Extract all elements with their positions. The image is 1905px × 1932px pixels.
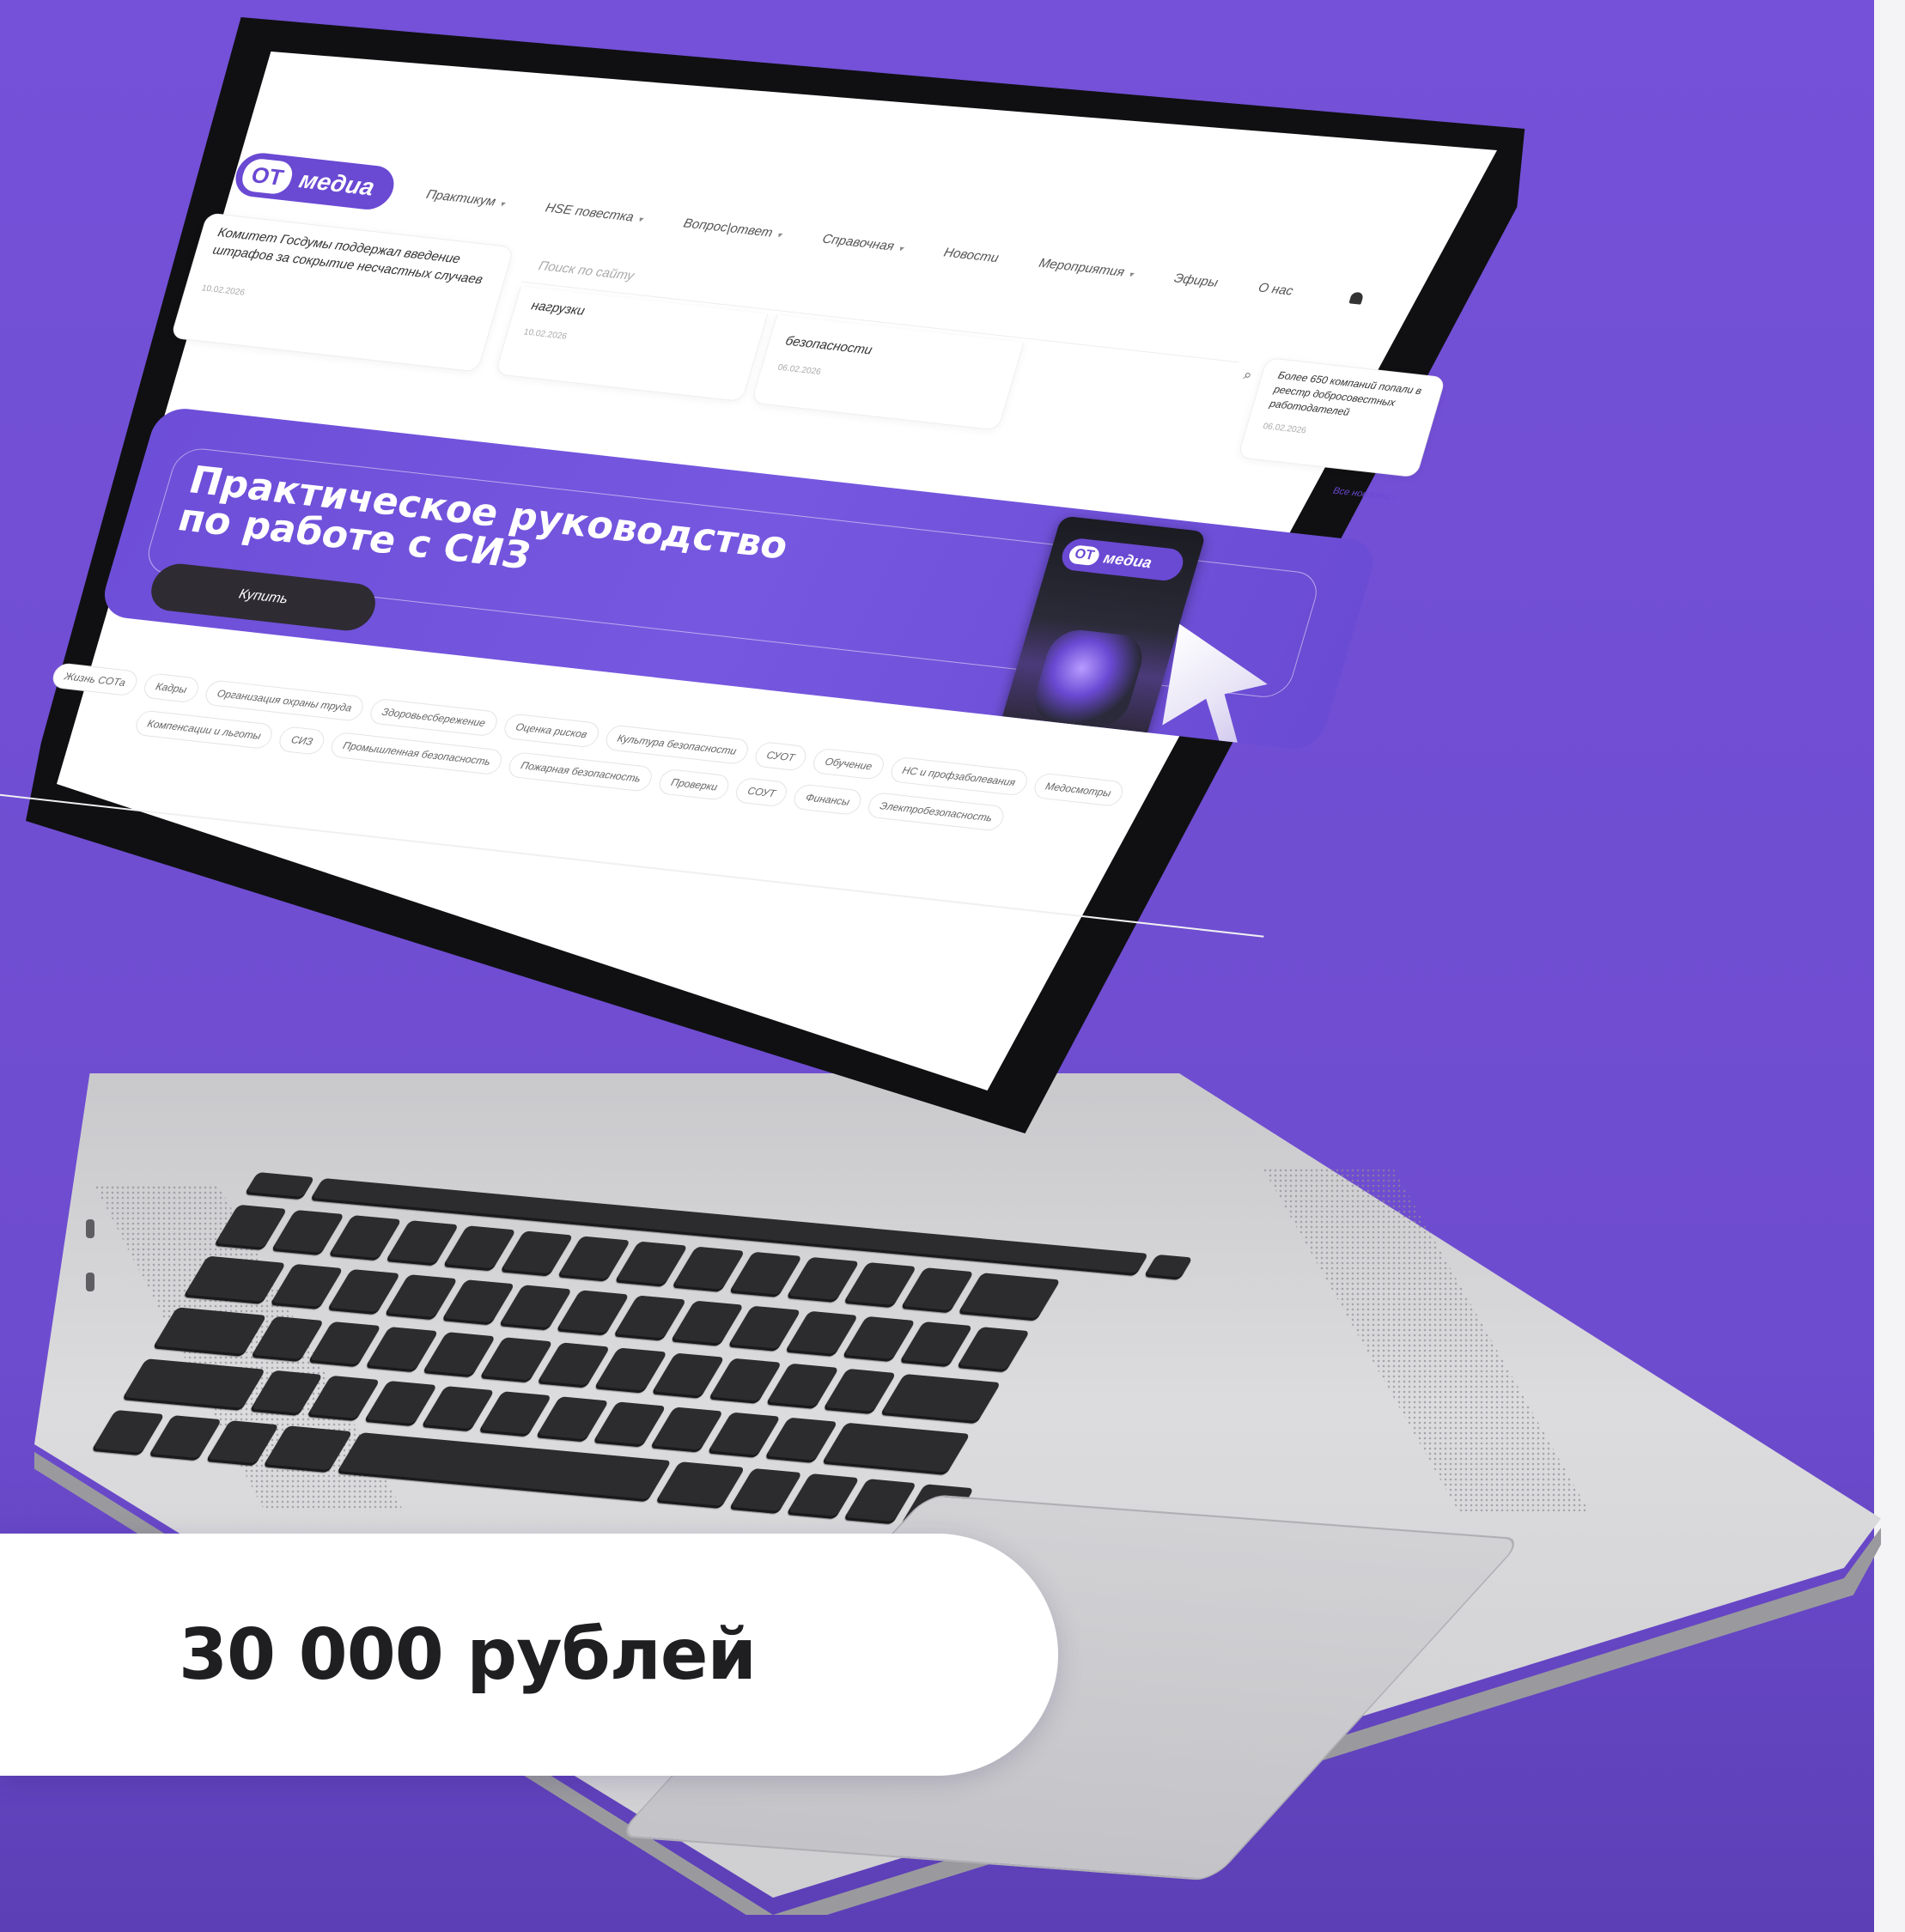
news-card[interactable]: Более 650 компаний попали в реестр добро…: [1237, 356, 1446, 478]
key: [244, 1172, 315, 1200]
tag-chip[interactable]: Организация охраны труда: [202, 679, 367, 722]
tag-chip[interactable]: Медосмотры: [1031, 772, 1126, 807]
chevron-down-icon: ▾: [1127, 270, 1135, 280]
news-title: Комитет Госдумы поддержал введение штраф…: [210, 225, 485, 288]
nav-item-reference[interactable]: Справочная▾: [821, 231, 906, 254]
logo-ot: ОТ: [238, 156, 296, 196]
news-title: Более 650 компаний попали в реестр добро…: [1268, 368, 1423, 418]
book-logo-media: медиа: [1101, 549, 1154, 571]
news-card[interactable]: Комитет Госдумы поддержал введение штраф…: [170, 212, 515, 373]
key: [262, 1425, 353, 1473]
tag-chip[interactable]: Финансы: [791, 783, 865, 817]
side-ports: [86, 1219, 94, 1326]
price-pill: 30 000 рублей: [0, 1534, 1058, 1776]
price-label: 30 000 рублей: [179, 1613, 757, 1696]
chevron-right-icon: ›: [1391, 492, 1397, 503]
tag-chip[interactable]: Проверки: [656, 768, 733, 801]
logo-media: медиа: [295, 166, 378, 201]
key: [879, 1373, 1001, 1425]
nav-item-hse[interactable]: HSE повестка▾: [544, 200, 645, 225]
tag-chip[interactable]: Промышленная безопасность: [328, 731, 506, 776]
news-date: 06.02.2026: [1262, 422, 1307, 436]
user-icon[interactable]: [1348, 291, 1365, 305]
tag-chip[interactable]: Культура безопасности: [602, 724, 752, 766]
chevron-down-icon: ▾: [636, 215, 644, 225]
tag-chip[interactable]: Оценка рисков: [501, 713, 602, 749]
book-logo-ot: ОТ: [1067, 544, 1102, 567]
nav-label: О нас: [1257, 280, 1295, 299]
nav-label: Справочная: [820, 231, 897, 254]
nav-item-broadcasts[interactable]: Эфиры: [1172, 270, 1220, 289]
nav-label: Мероприятия: [1037, 255, 1127, 280]
usb-port: [86, 1273, 94, 1291]
all-news-label: Все новости: [1331, 485, 1392, 502]
tag-chip[interactable]: СИЗ: [277, 726, 328, 756]
nav-label: Новости: [942, 245, 1001, 265]
tag-chip[interactable]: СОУТ: [733, 776, 790, 808]
all-news-link[interactable]: Все новости ›: [1332, 486, 1397, 503]
key: [821, 1422, 971, 1475]
book-logo: ОТ медиа: [1057, 537, 1188, 583]
nav-item-news[interactable]: Новости: [942, 245, 1001, 265]
tag-chip[interactable]: Здоровьесбережение: [367, 697, 501, 738]
nav-item-qa[interactable]: Вопрос|ответ▾: [682, 216, 784, 240]
key: [1143, 1254, 1193, 1280]
crystal-image: [1027, 627, 1149, 730]
key: [121, 1358, 266, 1411]
tag-chip[interactable]: Компенсации и льготы: [132, 709, 276, 750]
news-date: 10.02.2026: [200, 283, 246, 298]
tag-chip[interactable]: СУОТ: [752, 740, 810, 772]
tag-chip[interactable]: Электробезопасность: [865, 791, 1007, 832]
nav-item-events[interactable]: Мероприятия▾: [1038, 255, 1136, 280]
tag-chip[interactable]: НС и профзаболевания: [887, 756, 1031, 797]
website-page: ОТ медиа Практикум▾ HSE повестка▾ Вопрос…: [0, 129, 1555, 1114]
key: [957, 1273, 1061, 1321]
usb-port: [86, 1219, 94, 1238]
key: [654, 1461, 746, 1509]
search-icon[interactable]: ⌕: [1242, 368, 1254, 384]
tag-chip[interactable]: Жизнь СОТа: [50, 662, 141, 697]
nav-label: Практикум: [424, 186, 498, 210]
site-logo[interactable]: ОТ медиа: [230, 150, 399, 212]
chevron-down-icon: ▾: [776, 230, 783, 240]
chevron-down-icon: ▾: [897, 244, 904, 254]
tag-chip[interactable]: Кадры: [141, 672, 202, 704]
tag-chip[interactable]: Обучение: [810, 747, 887, 781]
nav-item-about[interactable]: О нас: [1257, 280, 1295, 298]
nav-label: Эфиры: [1172, 270, 1220, 290]
nav-label: HSE повестка: [544, 200, 636, 225]
nav-label: Вопрос|ответ: [681, 216, 775, 240]
nav-item-praktikum[interactable]: Практикум▾: [424, 186, 507, 210]
chevron-down-icon: ▾: [498, 198, 506, 210]
tag-chip[interactable]: Пожарная безопасность: [506, 751, 656, 793]
